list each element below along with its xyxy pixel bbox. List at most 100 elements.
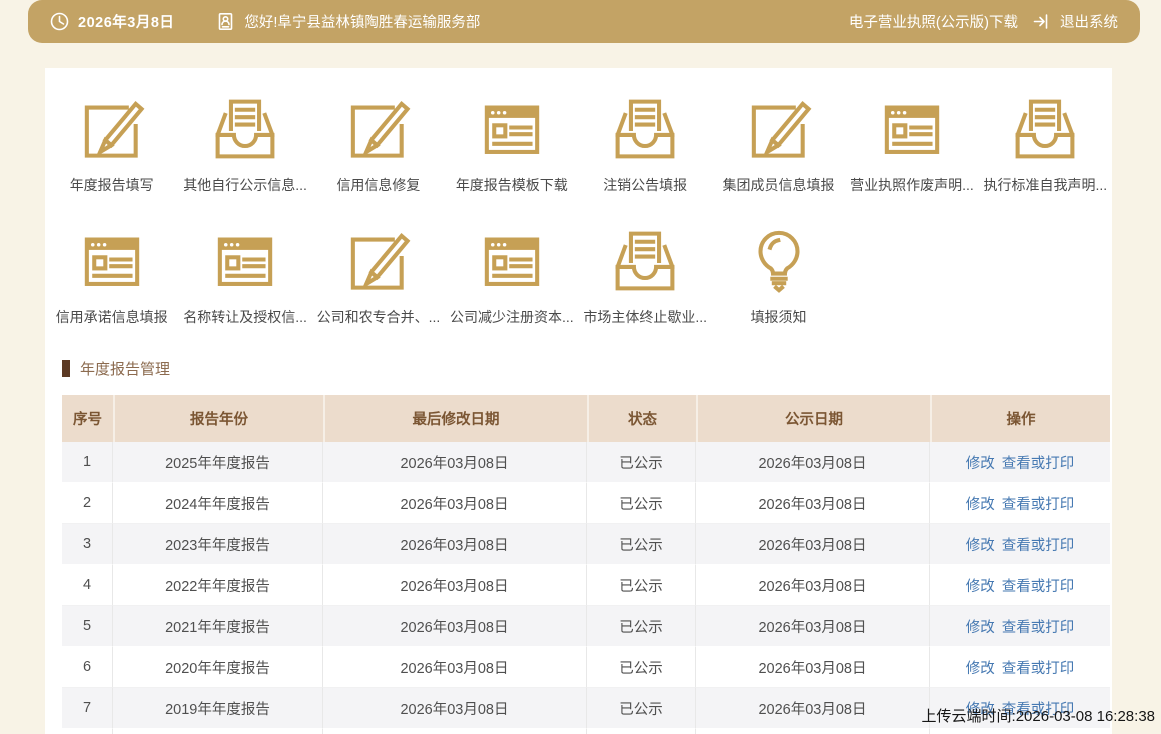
- cell-year: 2021年年度报告: [113, 606, 323, 647]
- shortcut-label: 营业执照作废声明...: [850, 177, 974, 193]
- cell-year: 2025年年度报告: [113, 442, 323, 483]
- shortcut-item[interactable]: 注销公告填报: [579, 92, 712, 196]
- cell-status: 已公示: [587, 647, 696, 688]
- license-download-link[interactable]: 电子营业执照(公示版)下载: [849, 11, 1018, 32]
- cell-publish: 2026年03月08日: [696, 524, 930, 565]
- shortcut-item[interactable]: 其他自行公示信息...: [178, 92, 311, 196]
- cell-status: 已公示: [587, 442, 696, 483]
- cell-status: 已公示: [587, 524, 696, 565]
- shortcut-item[interactable]: 公司减少注册资本...: [445, 224, 578, 328]
- cell-publish: 2026年03月08日: [696, 606, 930, 647]
- cell-year: 2023年年度报告: [113, 524, 323, 565]
- cell-year: [113, 729, 323, 734]
- shortcut-item[interactable]: 填报须知: [712, 224, 845, 328]
- cell-publish: 2026年03月08日: [696, 565, 930, 606]
- logout-label: 退出系统: [1060, 15, 1118, 31]
- view-print-link[interactable]: 查看或打印: [1002, 538, 1075, 554]
- cell-actions: 修改 查看或打印: [930, 442, 1110, 483]
- topbar-right: 电子营业执照(公示版)下载 退出系统: [849, 11, 1118, 32]
- modify-link[interactable]: 修改: [966, 579, 995, 595]
- cell-publish: 2026年03月08日: [696, 647, 930, 688]
- cell-publish: 2026年03月08日: [696, 442, 930, 483]
- column-header: 公示日期: [696, 395, 930, 442]
- modify-link[interactable]: 修改: [966, 456, 995, 472]
- section-header: 年度报告管理: [62, 358, 1112, 379]
- shortcut-label: 注销公告填报: [603, 177, 688, 193]
- table-row: [62, 729, 1110, 734]
- shortcut-item[interactable]: 执行标准自我声明...: [979, 92, 1112, 196]
- column-header: 序号: [62, 395, 113, 442]
- shortcut-label: 公司和农专合并、...: [316, 309, 441, 325]
- shortcut-item[interactable]: 集团成员信息填报: [712, 92, 845, 196]
- modify-link[interactable]: 修改: [966, 620, 995, 636]
- cell-no: 7: [62, 688, 113, 729]
- shortcut-item[interactable]: 市场主体终止歇业...: [579, 224, 712, 328]
- shortcut-item[interactable]: 名称转让及授权信...: [178, 224, 311, 328]
- shortcut-item[interactable]: 公司和农专合并、...: [312, 224, 445, 328]
- table-row: 5 2021年年度报告 2026年03月08日 已公示 2026年03月08日 …: [62, 606, 1110, 647]
- shortcut-label: 其他自行公示信息...: [183, 177, 307, 193]
- cell-actions: 修改 查看或打印: [930, 606, 1110, 647]
- view-print-link[interactable]: 查看或打印: [1002, 620, 1075, 636]
- cell-modified: 2026年03月08日: [323, 483, 587, 524]
- cell-modified: [323, 729, 587, 734]
- shortcut-item[interactable]: 年度报告模板下载: [445, 92, 578, 196]
- edit-icon: [351, 100, 411, 158]
- shortcut-label: 填报须知: [750, 309, 807, 325]
- cell-modified: 2026年03月08日: [323, 524, 587, 565]
- inbox-icon: [615, 231, 675, 291]
- cell-no: 2: [62, 483, 113, 524]
- view-print-link[interactable]: 查看或打印: [1002, 579, 1075, 595]
- inbox-icon: [615, 99, 675, 159]
- cell-actions: 修改 查看或打印: [930, 647, 1110, 688]
- cell-no: 1: [62, 442, 113, 483]
- cell-publish: 2026年03月08日: [696, 483, 930, 524]
- lightbulb-icon: [758, 230, 800, 293]
- shortcut-item[interactable]: 营业执照作废声明...: [845, 92, 978, 196]
- form-icon: [84, 237, 139, 286]
- edit-icon: [351, 232, 411, 290]
- form-icon: [884, 105, 940, 154]
- clock-icon: [50, 12, 69, 31]
- date-group: 2026年3月8日: [50, 11, 174, 32]
- logout-icon: [1033, 14, 1048, 29]
- shortcut-item[interactable]: 年度报告填写: [45, 92, 178, 196]
- view-print-link[interactable]: 查看或打印: [1002, 456, 1075, 472]
- user-greeting: 您好!阜宁县益林镇陶胜春运输服务部: [244, 15, 481, 31]
- cell-year: 2024年年度报告: [113, 483, 323, 524]
- cell-status: 已公示: [587, 483, 696, 524]
- shortcut-grid: 年度报告填写 其他自行公示信息... 信用信息修复 年度报告模板下载 注销公告填…: [45, 68, 1112, 328]
- cell-actions: [930, 729, 1110, 734]
- user-group: 您好!阜宁县益林镇陶胜春运输服务部: [216, 11, 480, 32]
- shortcut-label: 年度报告模板下载: [455, 177, 568, 193]
- modify-link[interactable]: 修改: [966, 497, 995, 513]
- modify-link[interactable]: 修改: [966, 661, 995, 677]
- form-icon: [484, 105, 540, 154]
- shortcut-label: 市场主体终止歇业...: [583, 309, 708, 325]
- modify-link[interactable]: 修改: [966, 538, 995, 554]
- cell-year: 2019年年度报告: [113, 688, 323, 729]
- shortcut-label: 集团成员信息填报: [722, 177, 835, 193]
- cell-status: 已公示: [587, 565, 696, 606]
- table-header-row: 序号 报告年份 最后修改日期 状态 公示日期 操作: [62, 395, 1110, 442]
- view-print-link[interactable]: 查看或打印: [1002, 497, 1075, 513]
- form-icon: [217, 237, 273, 286]
- shortcut-item[interactable]: 信用承诺信息填报: [45, 224, 178, 328]
- view-print-link[interactable]: 查看或打印: [1002, 661, 1075, 677]
- cell-no: 5: [62, 606, 113, 647]
- cell-status: [587, 729, 696, 734]
- form-icon: [484, 237, 540, 286]
- cell-actions: 修改 查看或打印: [930, 524, 1110, 565]
- cell-publish: 2026年03月08日: [696, 688, 930, 729]
- cell-publish: [696, 729, 930, 734]
- column-header: 操作: [930, 395, 1110, 442]
- cell-actions: 修改 查看或打印: [930, 565, 1110, 606]
- logout-button[interactable]: 退出系统: [1032, 11, 1118, 32]
- current-date: 2026年3月8日: [78, 15, 175, 31]
- edit-icon: [84, 100, 145, 158]
- cell-year: 2022年年度报告: [113, 565, 323, 606]
- top-bar: 2026年3月8日 您好!阜宁县益林镇陶胜春运输服务部 电子营业执照(公示版)下…: [28, 0, 1140, 43]
- cell-actions: 修改 查看或打印: [930, 483, 1110, 524]
- cell-modified: 2026年03月08日: [323, 647, 587, 688]
- shortcut-item[interactable]: 信用信息修复: [312, 92, 445, 196]
